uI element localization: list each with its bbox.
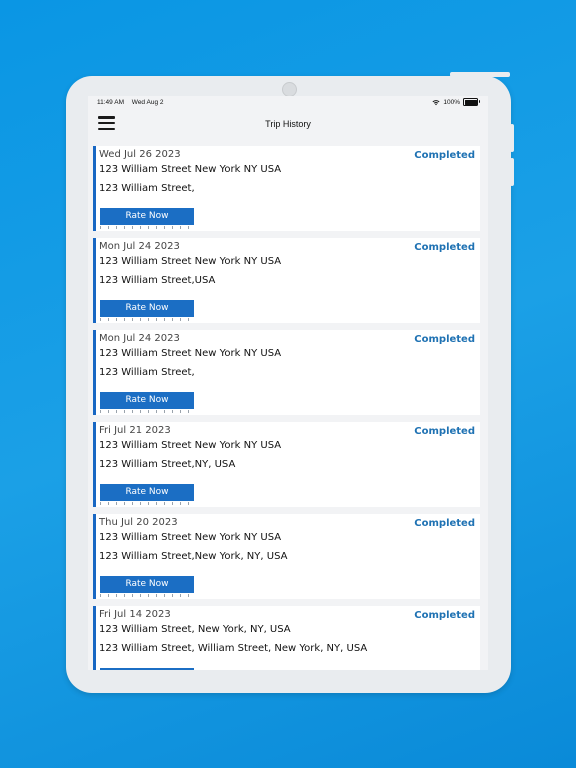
- trip-list[interactable]: Wed Jul 26 2023 Completed 123 William St…: [93, 146, 480, 670]
- app-screen: 11:49 AM Wed Aug 2 100% Trip History Wed…: [88, 96, 488, 670]
- trip-date: Mon Jul 24 2023: [99, 241, 180, 252]
- status-time: 11:49 AM: [97, 99, 124, 106]
- battery-percent: 100%: [443, 98, 460, 106]
- trip-status-badge: Completed: [414, 150, 475, 161]
- rate-now-button[interactable]: [100, 668, 194, 670]
- rate-now-button[interactable]: Rate Now: [100, 208, 194, 229]
- trip-dropoff-address: 123 William Street,NY, USA: [99, 459, 236, 470]
- camera-icon: [282, 82, 297, 97]
- trip-status-badge: Completed: [414, 334, 475, 345]
- trip-card[interactable]: Fri Jul 21 2023 Completed 123 William St…: [93, 422, 480, 507]
- trip-dropoff-address: 123 William Street,: [99, 367, 195, 378]
- volume-down-button: [510, 158, 514, 186]
- page-title: Trip History: [265, 119, 311, 129]
- trip-pickup-address: 123 William Street, New York, NY, USA: [99, 624, 291, 635]
- navigation-bar: Trip History: [88, 110, 488, 150]
- rate-now-button[interactable]: Rate Now: [100, 484, 194, 505]
- trip-pickup-address: 123 William Street New York NY USA: [99, 532, 282, 543]
- trip-status-badge: Completed: [414, 242, 475, 253]
- rate-now-button[interactable]: Rate Now: [100, 300, 194, 321]
- status-right: 100%: [432, 98, 480, 106]
- wifi-icon: [432, 99, 440, 105]
- trip-date: Fri Jul 14 2023: [99, 609, 171, 620]
- trip-card[interactable]: Thu Jul 20 2023 Completed 123 William St…: [93, 514, 480, 599]
- trip-date: Mon Jul 24 2023: [99, 333, 180, 344]
- trip-card[interactable]: Mon Jul 24 2023 Completed 123 William St…: [93, 238, 480, 323]
- trip-card[interactable]: Mon Jul 24 2023 Completed 123 William St…: [93, 330, 480, 415]
- trip-pickup-address: 123 William Street New York NY USA: [99, 164, 282, 175]
- rate-now-button[interactable]: Rate Now: [100, 392, 194, 413]
- trip-pickup-address: 123 William Street New York NY USA: [99, 348, 282, 359]
- trip-card[interactable]: Fri Jul 14 2023 Completed 123 William St…: [93, 606, 480, 670]
- status-bar: 11:49 AM Wed Aug 2 100%: [88, 96, 488, 110]
- trip-pickup-address: 123 William Street New York NY USA: [99, 440, 282, 451]
- volume-up-button: [510, 124, 514, 152]
- trip-date: Fri Jul 21 2023: [99, 425, 171, 436]
- trip-dropoff-address: 123 William Street,USA: [99, 275, 216, 286]
- trip-dropoff-address: 123 William Street,New York, NY, USA: [99, 551, 288, 562]
- trip-dropoff-address: 123 William Street, William Street, New …: [99, 643, 368, 654]
- top-button: [450, 72, 510, 77]
- rate-now-button[interactable]: Rate Now: [100, 576, 194, 597]
- trip-pickup-address: 123 William Street New York NY USA: [99, 256, 282, 267]
- trip-date: Thu Jul 20 2023: [99, 517, 178, 528]
- battery-icon: [463, 98, 480, 106]
- trip-status-badge: Completed: [414, 426, 475, 437]
- status-date: Wed Aug 2: [131, 99, 164, 106]
- trip-status-badge: Completed: [414, 610, 475, 621]
- tablet-device-frame: 11:49 AM Wed Aug 2 100% Trip History Wed…: [66, 72, 514, 693]
- trip-dropoff-address: 123 William Street,: [99, 183, 195, 194]
- status-left: 11:49 AM Wed Aug 2: [97, 99, 169, 106]
- trip-card[interactable]: Wed Jul 26 2023 Completed 123 William St…: [93, 146, 480, 231]
- trip-date: Wed Jul 26 2023: [99, 149, 181, 160]
- trip-status-badge: Completed: [414, 518, 475, 529]
